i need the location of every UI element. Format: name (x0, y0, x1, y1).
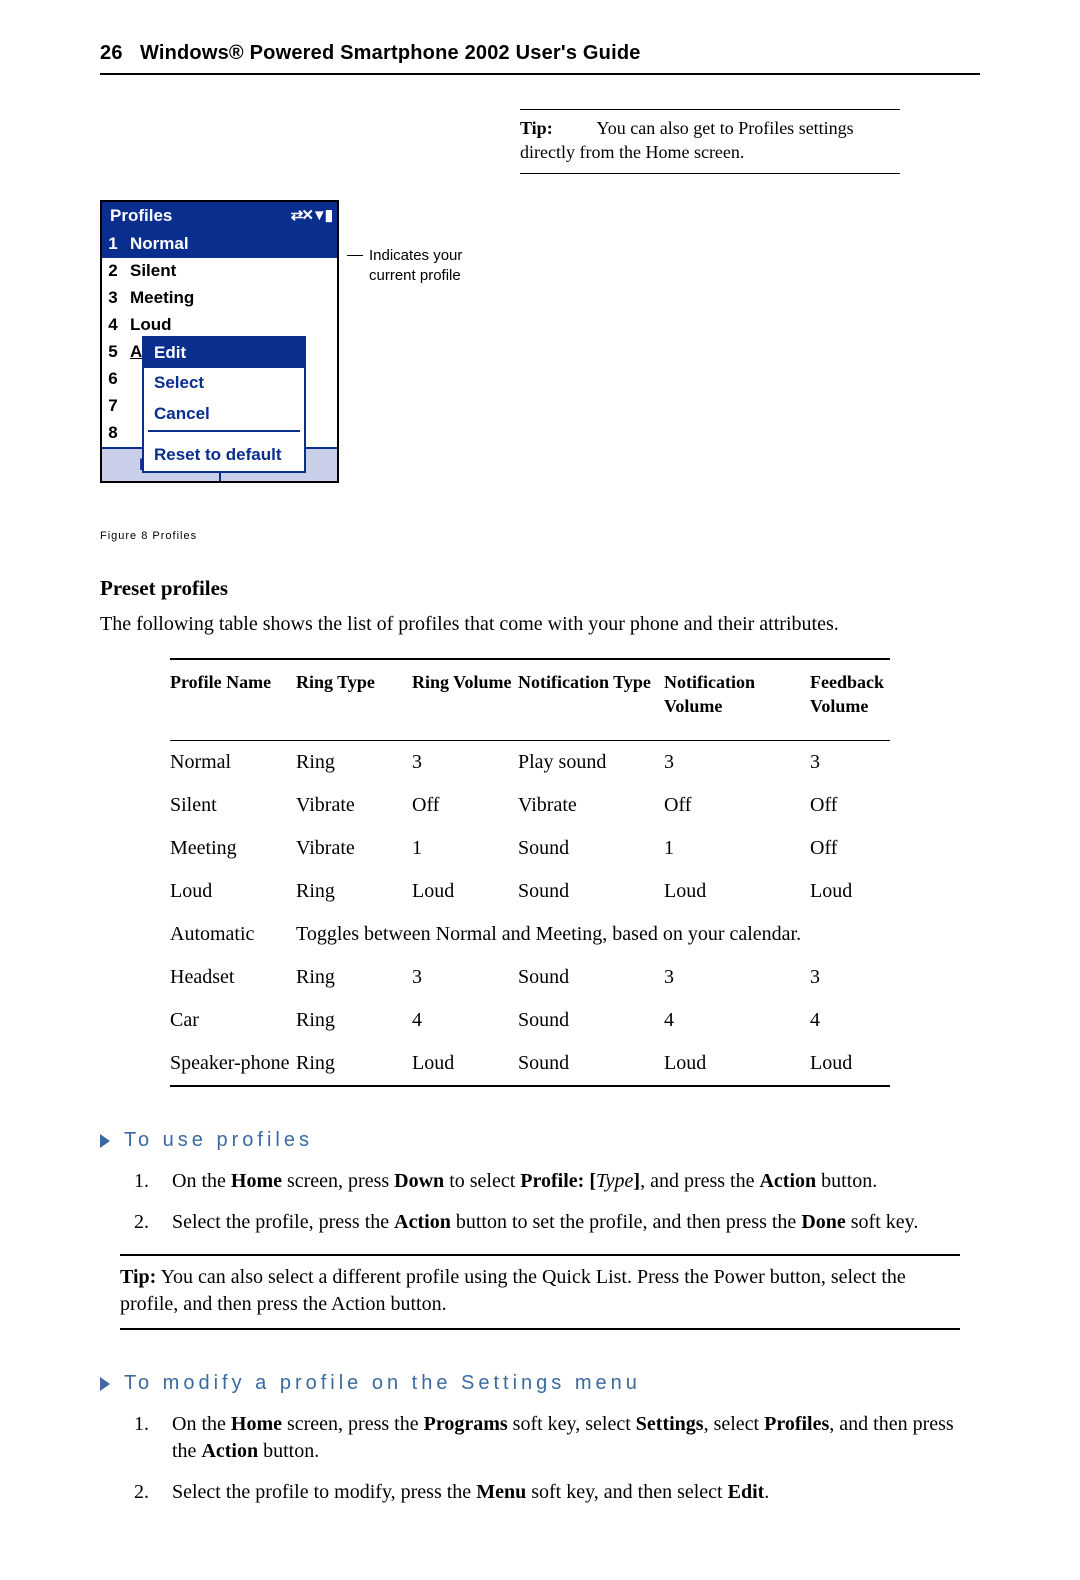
menu-item-edit[interactable]: Edit (144, 338, 304, 369)
table-row: CarRing4Sound44 (170, 999, 890, 1042)
tip-label: Tip: (520, 118, 553, 138)
table-row: Speaker-phoneRingLoudSoundLoudLoud (170, 1042, 890, 1086)
table-row: SilentVibrateOffVibrateOffOff (170, 784, 890, 827)
status-icons: ⇄✕▼▮ (291, 206, 331, 226)
running-header: 26 Windows® Powered Smartphone 2002 User… (100, 40, 980, 75)
step: On the Home screen, press the Programs s… (154, 1411, 980, 1465)
table-row: AutomaticToggles between Normal and Meet… (170, 913, 890, 956)
menu-item-reset[interactable]: Reset to default (144, 440, 304, 471)
header-title: Windows® Powered Smartphone 2002 User's … (140, 42, 641, 64)
step: On the Home screen, press Down to select… (154, 1168, 980, 1195)
table-row: MeetingVibrate1Sound1Off (170, 827, 890, 870)
phone-title: Profiles (110, 205, 172, 228)
tip-text: You can also get to Profiles settings di… (520, 118, 854, 162)
list-item[interactable]: 4 Loud (102, 312, 337, 339)
table-row: NormalRing3Play sound33 (170, 741, 890, 785)
figure-profiles: Profiles ⇄✕▼▮ 1 Normal ✓ 2 Silent 3 Meet… (100, 200, 980, 484)
table-row: HeadsetRing3Sound33 (170, 956, 890, 999)
check-icon: ✓ (314, 231, 337, 258)
context-menu: Edit Select Cancel Reset to default (142, 336, 306, 474)
list-item[interactable]: 3 Meeting (102, 285, 337, 312)
callout: Indicates your current profile (347, 246, 462, 287)
list-item[interactable]: 2 Silent (102, 258, 337, 285)
triangle-icon (100, 1377, 110, 1391)
table-header-row: Profile Name Ring Type Ring Volume Notif… (170, 659, 890, 741)
step: Select the profile to modify, press the … (154, 1479, 980, 1506)
phone-list: 1 Normal ✓ 2 Silent 3 Meeting 4 Loud 5 (102, 231, 337, 447)
list-item[interactable]: 1 Normal ✓ (102, 231, 337, 258)
triangle-icon (100, 1134, 110, 1148)
heading-to-modify-profile: To modify a profile on the Settings menu (100, 1370, 980, 1397)
heading-preset-profiles: Preset profiles (100, 574, 980, 602)
page-number: 26 (100, 42, 123, 64)
profiles-table: Profile Name Ring Type Ring Volume Notif… (170, 658, 890, 1088)
tip-box-top: Tip: You can also get to Profiles settin… (520, 109, 900, 174)
table-row: LoudRingLoudSoundLoudLoud (170, 870, 890, 913)
steps-use-profiles: On the Home screen, press Down to select… (154, 1168, 980, 1236)
tip-block: Tip: You can also select a different pro… (120, 1254, 960, 1330)
step: Select the profile, press the Action but… (154, 1209, 980, 1236)
steps-modify-profile: On the Home screen, press the Programs s… (154, 1411, 980, 1506)
menu-divider (148, 430, 300, 440)
preset-intro: The following table shows the list of pr… (100, 611, 980, 638)
menu-item-select[interactable]: Select (144, 368, 304, 399)
figure-caption: Figure 8 Profiles (100, 529, 980, 544)
phone-titlebar: Profiles ⇄✕▼▮ (102, 202, 337, 231)
menu-item-cancel[interactable]: Cancel (144, 399, 304, 430)
phone-mock: Profiles ⇄✕▼▮ 1 Normal ✓ 2 Silent 3 Meet… (100, 200, 339, 484)
heading-to-use-profiles: To use profiles (100, 1127, 980, 1154)
